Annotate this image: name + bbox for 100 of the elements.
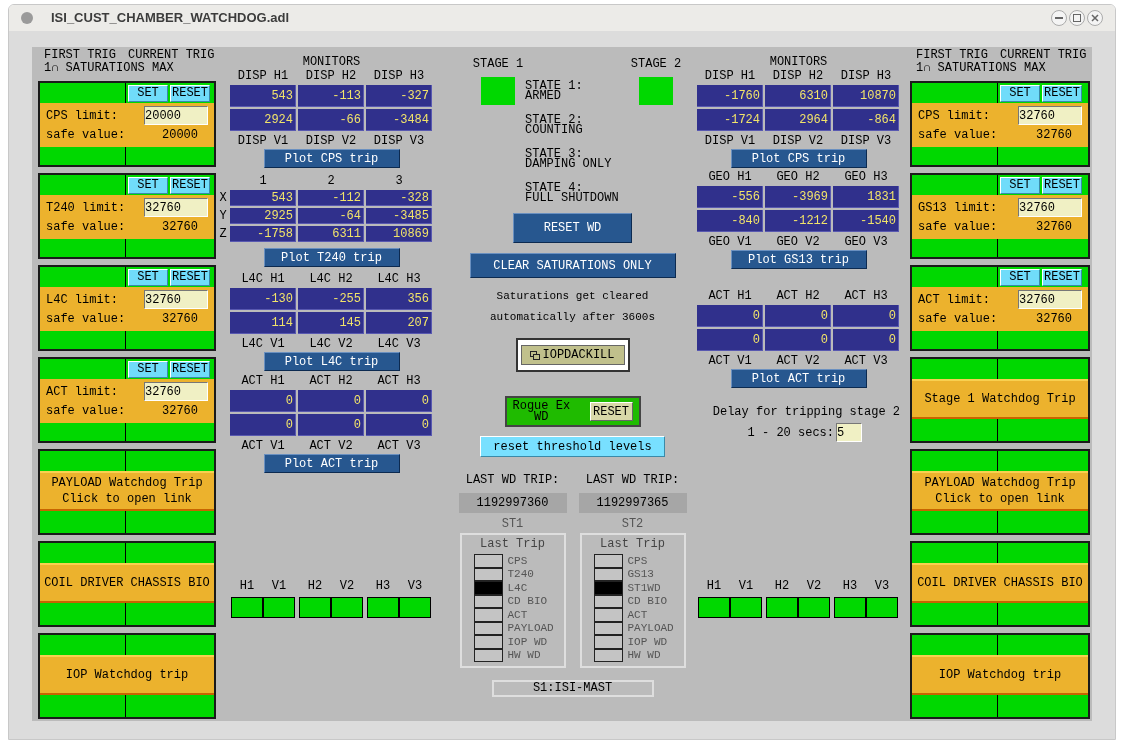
channel-label: DISP V3 xyxy=(372,134,426,148)
monitor-value: 356 xyxy=(366,288,432,310)
indicator-label: H2 xyxy=(773,579,791,593)
set-button[interactable]: SET xyxy=(1000,176,1040,194)
state-description: STATE 4: FULL SHUTDOWN xyxy=(525,183,620,203)
reset-button[interactable]: RESET xyxy=(1042,84,1082,102)
monitor-value: 0 xyxy=(298,390,364,412)
limit-field[interactable]: 20000 xyxy=(144,106,208,125)
channel-label: ACT H1 xyxy=(240,374,286,388)
plot-button[interactable]: Plot CPS trip xyxy=(263,149,400,168)
plot-button[interactable]: Plot ACT trip xyxy=(730,369,867,388)
reset-thresholds-button[interactable]: reset threshold levels xyxy=(480,436,665,457)
monitor-value: -327 xyxy=(366,85,432,107)
set-button[interactable]: SET xyxy=(128,360,168,378)
limit-field[interactable]: 32760 xyxy=(1018,290,1082,309)
channel-label: L4C H1 xyxy=(240,272,286,286)
trip-source-label: L4C xyxy=(507,581,528,594)
channel-label: ACT H2 xyxy=(775,289,821,303)
status-lamp xyxy=(798,597,830,618)
monitor-value: -556 xyxy=(697,186,763,208)
reset-button[interactable]: RESET xyxy=(170,360,210,378)
indicator-label: V3 xyxy=(406,579,424,593)
monitor-value: 0 xyxy=(366,390,432,412)
close-button[interactable] xyxy=(1087,10,1103,26)
stage-label: ST2 xyxy=(621,517,644,531)
set-button[interactable]: SET xyxy=(128,268,168,286)
monitor-value: 6311 xyxy=(298,226,364,242)
delay-range-label: 1 - 20 secs: xyxy=(747,424,834,442)
reset-button[interactable]: RESET xyxy=(170,84,210,102)
monitor-value: 2964 xyxy=(765,109,831,131)
plot-button[interactable]: Plot CPS trip xyxy=(730,149,867,168)
stage-label: STAGE 1 xyxy=(472,57,524,71)
channel-label: ACT V1 xyxy=(707,354,753,368)
monitor-value: 2925 xyxy=(230,208,296,224)
indicator-label: H3 xyxy=(841,579,859,593)
channel-label: L4C V1 xyxy=(240,337,286,351)
limit-field[interactable]: 32760 xyxy=(144,290,208,309)
maximize-icon xyxy=(1073,14,1081,22)
channel-label: DISP H1 xyxy=(703,69,757,83)
safe-value-label: safe value: xyxy=(918,219,998,236)
reset-button[interactable]: RESET xyxy=(170,268,210,286)
limit-field[interactable]: 32760 xyxy=(144,198,208,217)
panel-title: Last Trip xyxy=(600,537,665,551)
plot-button[interactable]: Plot T240 trip xyxy=(263,248,400,267)
limit-field[interactable]: 32760 xyxy=(1018,198,1082,217)
status-lamp xyxy=(263,597,295,618)
monitor-value: 0 xyxy=(697,329,763,351)
limit-label: CPS limit: xyxy=(918,107,990,125)
trip-source-label: CD BIO xyxy=(507,595,548,608)
channel-label: ACT H2 xyxy=(308,374,354,388)
limit-label: T240 limit: xyxy=(46,199,126,217)
reset-button[interactable]: RESET xyxy=(1042,268,1082,286)
column-label: 3 xyxy=(394,174,404,188)
monitor-value: 0 xyxy=(697,305,763,327)
safe-value-label: safe value: xyxy=(46,311,126,328)
status-lamp xyxy=(231,597,263,618)
set-button[interactable]: SET xyxy=(128,176,168,194)
trip-banner: IOP Watchdog trip xyxy=(40,655,214,695)
status-lamp xyxy=(299,597,331,618)
rogue-reset-button[interactable]: RESET xyxy=(589,402,633,421)
reset-button[interactable]: RESET xyxy=(1042,176,1082,194)
monitors-heading: MONITORS xyxy=(768,55,829,69)
minimize-icon xyxy=(1055,17,1063,19)
delay-field[interactable]: 5 xyxy=(836,423,862,442)
monitor-value: 10870 xyxy=(833,85,899,107)
monitor-value: -1724 xyxy=(697,109,763,131)
monitor-value: -328 xyxy=(366,190,432,206)
reset-wd-button[interactable]: RESET WD xyxy=(513,213,632,243)
set-button[interactable]: SET xyxy=(1000,84,1040,102)
set-button[interactable]: SET xyxy=(1000,268,1040,286)
reset-button[interactable]: RESET xyxy=(170,176,210,194)
plot-button[interactable]: Plot L4C trip xyxy=(263,352,400,371)
safe-value-label: safe value: xyxy=(46,127,126,144)
channel-label: ACT V1 xyxy=(240,439,286,453)
channel-label: DISP V3 xyxy=(839,134,893,148)
maximize-button[interactable] xyxy=(1069,10,1085,26)
channel-label: DISP H1 xyxy=(236,69,290,83)
minimize-button[interactable] xyxy=(1051,10,1067,26)
limit-field[interactable]: 32760 xyxy=(1018,106,1082,125)
iopdackill-button[interactable]: IOPDACKILL xyxy=(520,345,625,365)
monitor-value: 2924 xyxy=(230,109,296,131)
limit-field[interactable]: 32760 xyxy=(144,382,208,401)
monitor-value: -864 xyxy=(833,109,899,131)
safe-value-label: safe value: xyxy=(918,127,998,144)
channel-label: ACT H3 xyxy=(843,289,889,303)
monitor-value: 543 xyxy=(230,85,296,107)
current-trig-heading: CURRENT TRIG xyxy=(128,49,215,62)
plot-button[interactable]: Plot GS13 trip xyxy=(730,250,867,269)
monitor-value: -112 xyxy=(298,190,364,206)
channel-label: DISP H2 xyxy=(771,69,825,83)
clear-saturations-button[interactable]: CLEAR SATURATIONS ONLY xyxy=(469,253,676,278)
safe-value: 32760 xyxy=(162,403,199,420)
monitor-value: 0 xyxy=(298,414,364,436)
channel-label: DISP H3 xyxy=(372,69,426,83)
set-button[interactable]: SET xyxy=(128,84,168,102)
monitor-value: -255 xyxy=(298,288,364,310)
monitor-value: -1212 xyxy=(765,210,831,232)
current-trig-heading: CURRENT TRIG xyxy=(1000,49,1087,62)
plot-button[interactable]: Plot ACT trip xyxy=(263,454,400,473)
indicator-label: V1 xyxy=(737,579,755,593)
